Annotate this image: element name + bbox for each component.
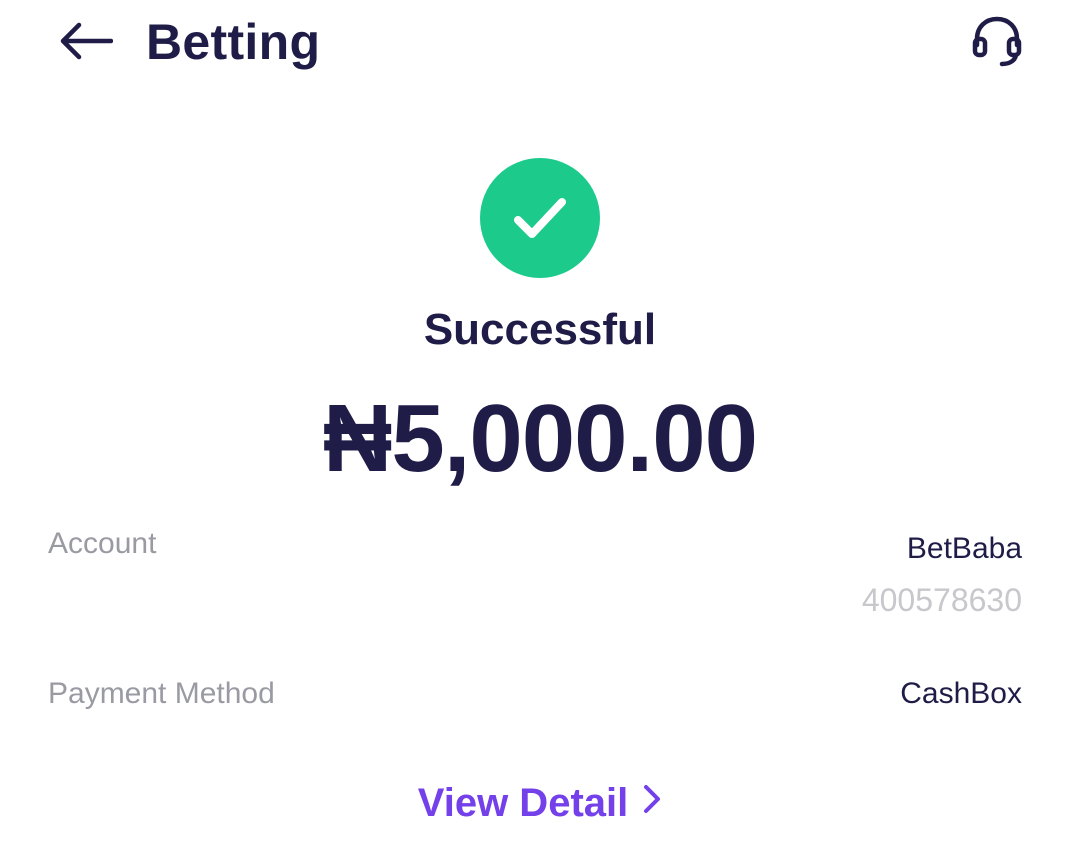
- account-name: BetBaba: [906, 532, 1022, 565]
- view-detail-link[interactable]: View Detail: [0, 776, 1080, 830]
- check-icon: [514, 198, 566, 238]
- arrow-left-icon: [60, 22, 113, 60]
- chevron-right-icon: [642, 783, 662, 815]
- page-title: Betting: [146, 14, 321, 70]
- account-number: 400578630: [861, 582, 1022, 618]
- payment-method-value: CashBox: [900, 677, 1022, 710]
- back-button[interactable]: [52, 14, 118, 68]
- view-detail-label: View Detail: [417, 781, 629, 825]
- account-label: Account: [48, 527, 157, 560]
- support-button[interactable]: [962, 8, 1032, 74]
- headset-icon: [972, 16, 1022, 67]
- transaction-amount: ₦5,000.00: [322, 385, 758, 492]
- success-status-icon: [480, 158, 600, 278]
- transaction-result-screen: Betting Successful ₦5,000.00 Account Bet…: [0, 0, 1080, 855]
- status-text: Successful: [423, 305, 657, 354]
- payment-method-label: Payment Method: [48, 677, 275, 710]
